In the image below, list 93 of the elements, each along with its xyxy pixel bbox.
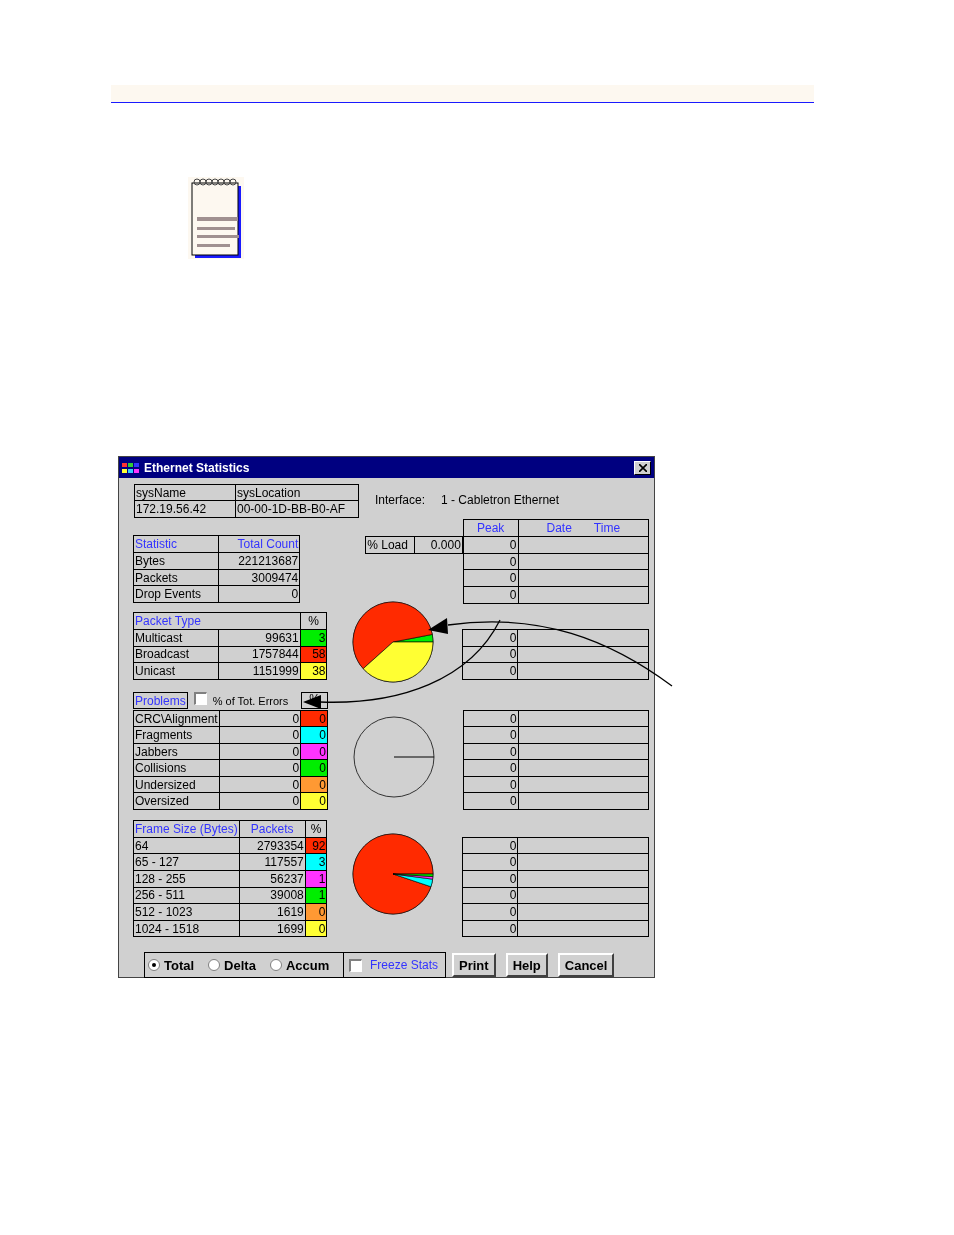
table-cell: Oversized [133, 792, 220, 810]
column-header: Frame Size (Bytes) [133, 820, 240, 838]
close-button[interactable] [634, 460, 651, 475]
radio-button[interactable] [148, 959, 160, 972]
table-cell: 0 [463, 887, 518, 904]
table-cell: 0 [463, 759, 519, 777]
column-header: Total Count [218, 535, 300, 553]
table-cell: 0 [219, 792, 301, 810]
table-cell: 0 [463, 870, 518, 888]
table-cell: 0 [463, 553, 519, 570]
checkbox-label: % of Tot. Errors [212, 693, 289, 709]
table-cell: Multicast [133, 629, 219, 647]
table-cell: 0 [463, 903, 518, 921]
table-cell: Broadcast [133, 646, 219, 663]
table-cell: 117557 [239, 853, 306, 871]
radio-label: Total [164, 956, 195, 975]
table-cell: 0 [463, 629, 518, 647]
checkbox[interactable] [349, 958, 362, 972]
table-cell: 128 - 255 [133, 870, 240, 888]
table-cell: 0 [463, 837, 518, 854]
radio-button[interactable] [208, 959, 221, 972]
table-cell: 0 [463, 646, 518, 663]
notepad-icon [188, 177, 244, 259]
table-cell: 0 [463, 792, 519, 810]
table-cell: Fragments [133, 726, 220, 744]
table-cell: Unicast [133, 662, 219, 680]
table-cell: 221213687 [218, 552, 300, 570]
table-cell: 0 [463, 586, 519, 604]
dialog-button[interactable]: Help [505, 953, 548, 978]
column-header: Time [593, 522, 621, 534]
table-cell: 0 [219, 726, 301, 744]
table-cell: Packets [133, 569, 219, 586]
radio-button[interactable] [269, 959, 282, 972]
table-cell: 1024 - 1518 [133, 920, 240, 937]
table-cell: 3009474 [218, 569, 300, 586]
table-cell: 0 [219, 743, 301, 760]
table-cell: Jabbers [133, 743, 220, 760]
table-cell: 512 - 1023 [133, 903, 240, 921]
table-cell: 0 [463, 726, 519, 744]
column-header: sysLocation [235, 484, 359, 501]
table-cell: 0 [219, 759, 301, 777]
table-cell: 172.19.56.42 [134, 500, 236, 518]
table-cell: 1699 [239, 920, 306, 937]
column-header: Packets [239, 820, 306, 838]
load-value: 0.000 [414, 536, 463, 554]
table-cell: 56237 [239, 870, 306, 888]
table-cell: 0 [463, 776, 519, 793]
table-cell: 00-00-1D-BB-B0-AF [235, 500, 359, 518]
table-cell: 0 [463, 920, 518, 937]
interface-value: 1 - Cabletron Ethernet [441, 492, 560, 509]
close-icon [638, 463, 647, 472]
table-cell: 0 [219, 710, 301, 727]
table-cell: 0 [463, 536, 519, 554]
table-cell: CRC\Alignment [133, 710, 220, 727]
table-cell: Drop Events [133, 585, 219, 603]
table-cell: 2793354 [239, 837, 306, 854]
table-cell: 64 [133, 837, 240, 854]
dialog-button[interactable]: Cancel [557, 953, 615, 978]
table-cell: 0 [463, 662, 518, 680]
checkbox-label: Freeze Stats [370, 957, 439, 975]
radio-label: Delta [224, 956, 256, 975]
table-cell: 0 [218, 585, 300, 603]
problems-header: Problems [133, 692, 188, 710]
table-cell: 1757844 [218, 646, 301, 663]
table-cell: Collisions [133, 759, 220, 777]
table-cell: Undersized [133, 776, 220, 793]
radio-label: Accum [285, 956, 330, 975]
percent-cell: 0 [300, 710, 328, 727]
column-header: Statistic [133, 535, 219, 553]
load-label: % Load [365, 536, 415, 554]
interface-label: Interface: [375, 492, 426, 509]
table-cell: 0 [463, 569, 519, 587]
table-cell: 99631 [218, 629, 301, 647]
window-title: Ethernet Statistics [144, 459, 250, 477]
dialog-button[interactable]: Print [452, 953, 496, 978]
column-header: Peak [463, 519, 519, 537]
column-header: % [305, 820, 327, 838]
table-cell: 39008 [239, 887, 306, 904]
table-cell: 0 [463, 710, 519, 727]
table-cell: Bytes [133, 552, 219, 570]
column-header: Date [546, 522, 572, 534]
app-icon [122, 461, 140, 474]
table-cell: 0 [463, 853, 518, 871]
column-header: Packet Type [133, 612, 301, 630]
table-cell: 1151999 [218, 662, 301, 680]
checkbox[interactable] [193, 691, 207, 705]
table-cell: 0 [463, 743, 519, 760]
column-header: % [300, 612, 327, 630]
table-cell: 0 [219, 776, 301, 793]
table-cell: 65 - 127 [133, 853, 240, 871]
table-cell: 1619 [239, 903, 306, 921]
column-header: sysName [134, 484, 236, 501]
table-cell: 256 - 511 [133, 887, 240, 904]
